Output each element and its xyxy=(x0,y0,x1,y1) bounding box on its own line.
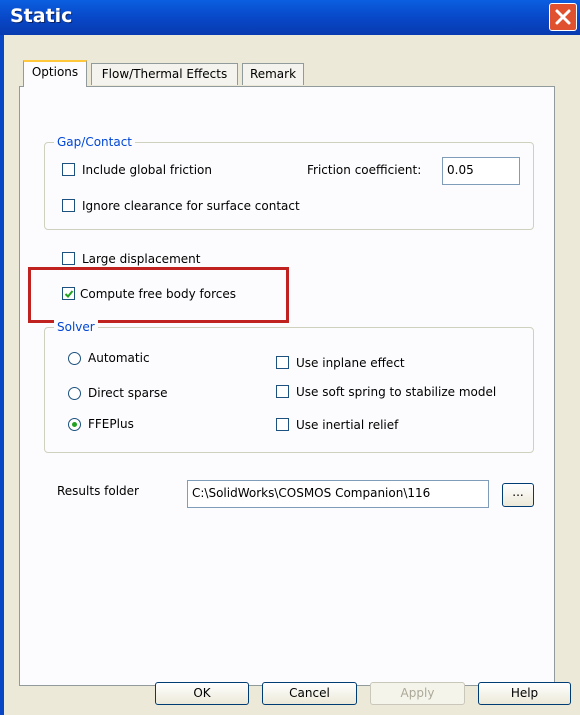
help-button[interactable]: Help xyxy=(478,682,571,705)
use-inplane-effect-label: Use inplane effect xyxy=(296,356,405,370)
static-dialog: Static Options Flow/Thermal Effects Rema… xyxy=(0,0,580,715)
automatic-radio[interactable] xyxy=(68,352,81,365)
include-global-friction-checkbox[interactable] xyxy=(62,163,75,176)
ignore-clearance-checkbox[interactable] xyxy=(62,199,75,212)
use-soft-spring-label: Use soft spring to stabilize model xyxy=(296,385,497,399)
tab-options[interactable]: Options xyxy=(23,60,87,87)
use-soft-spring-checkbox[interactable] xyxy=(276,385,289,398)
include-global-friction-label: Include global friction xyxy=(82,163,212,177)
ffeplus-radio[interactable] xyxy=(68,418,81,431)
gap-contact-group xyxy=(44,142,534,230)
radio-selected-dot xyxy=(72,422,77,427)
results-folder-label: Results folder xyxy=(57,484,139,498)
automatic-label: Automatic xyxy=(88,351,150,365)
friction-coefficient-label: Friction coefficient: xyxy=(307,163,422,177)
highlight-box xyxy=(28,267,289,323)
use-inplane-effect-checkbox[interactable] xyxy=(276,356,289,369)
tab-flow-thermal-label: Flow/Thermal Effects xyxy=(101,67,228,81)
friction-coefficient-input[interactable]: 0.05 xyxy=(442,157,520,185)
direct-sparse-label: Direct sparse xyxy=(88,386,168,400)
cancel-button[interactable]: Cancel xyxy=(262,682,357,705)
ignore-clearance-label: Ignore clearance for surface contact xyxy=(82,199,300,213)
title-bar[interactable]: Static xyxy=(0,0,580,35)
browse-button[interactable]: ... xyxy=(502,483,534,507)
results-folder-input[interactable]: C:\SolidWorks\COSMOS Companion\116 xyxy=(187,480,489,508)
gap-contact-legend: Gap/Contact xyxy=(54,135,135,149)
close-button[interactable] xyxy=(549,3,577,31)
direct-sparse-radio[interactable] xyxy=(68,387,81,400)
apply-button[interactable]: Apply xyxy=(370,682,465,705)
tab-options-label: Options xyxy=(31,65,79,79)
tab-remark-label: Remark xyxy=(249,67,297,81)
use-inertial-relief-label: Use inertial relief xyxy=(296,418,399,432)
tab-remark[interactable]: Remark xyxy=(242,63,304,85)
tab-flow-thermal-effects[interactable]: Flow/Thermal Effects xyxy=(91,63,238,85)
solver-legend: Solver xyxy=(54,320,98,334)
window-title: Static xyxy=(10,5,73,27)
large-displacement-checkbox[interactable] xyxy=(62,252,75,265)
close-icon xyxy=(555,9,571,25)
large-displacement-label: Large displacement xyxy=(82,252,201,266)
use-inertial-relief-checkbox[interactable] xyxy=(276,418,289,431)
ffeplus-label: FFEPlus xyxy=(88,417,134,431)
ok-button[interactable]: OK xyxy=(155,682,249,705)
window-frame-left xyxy=(0,35,4,715)
